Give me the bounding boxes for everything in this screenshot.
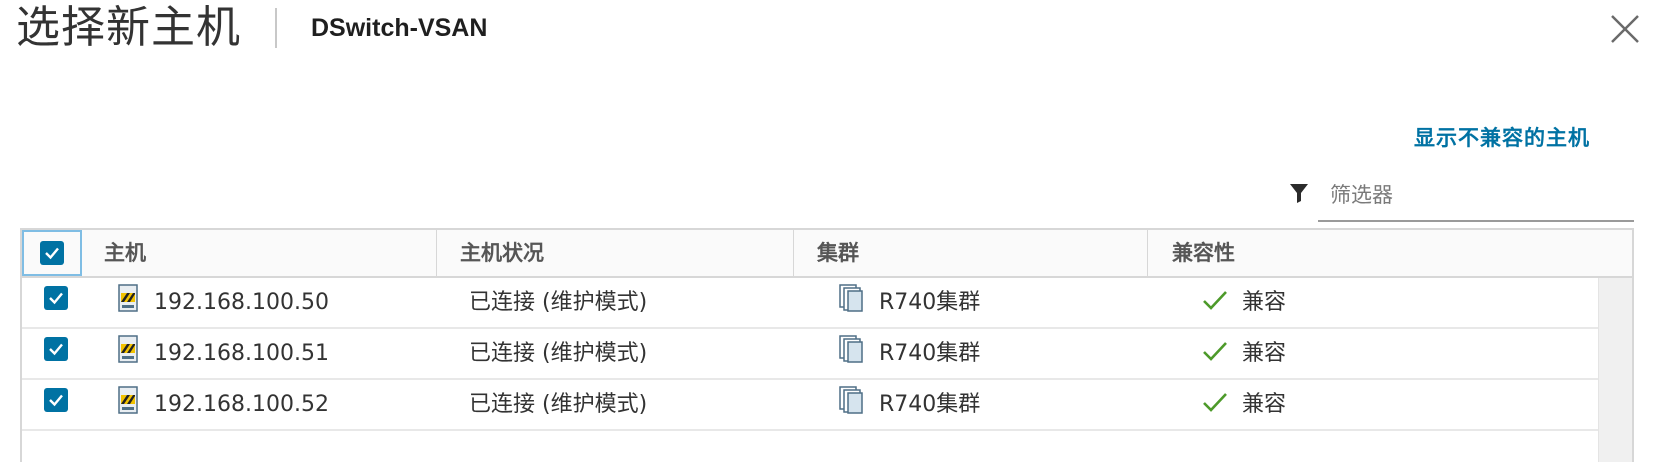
close-button[interactable] — [1608, 12, 1642, 46]
compatibility-status: 兼容 — [1242, 392, 1287, 417]
close-icon — [1611, 15, 1639, 43]
hosts-grid: 主机 主机状况 集群 兼容性 192.168.100.50 已连接 (维护模式) — [20, 228, 1634, 462]
column-divider[interactable] — [1147, 230, 1148, 276]
column-header-host[interactable]: 主机 — [104, 230, 146, 276]
host-maintenance-icon — [118, 386, 138, 414]
cluster-name[interactable]: R740集群 — [879, 380, 980, 429]
host-status: 已连接 (维护模式) — [469, 290, 648, 315]
compatibility-status: 兼容 — [1242, 290, 1287, 315]
column-header-host-status[interactable]: 主机状况 — [460, 230, 544, 276]
grid-header: 主机 主机状况 集群 兼容性 — [22, 230, 1632, 278]
row-checkbox[interactable] — [44, 286, 68, 310]
checkmark-icon — [1203, 291, 1227, 310]
host-status: 已连接 (维护模式) — [469, 392, 648, 417]
grid-body: 192.168.100.50 已连接 (维护模式) R740集群 兼容 192.… — [22, 278, 1632, 462]
column-divider[interactable] — [436, 230, 437, 276]
select-all-checkbox[interactable] — [40, 241, 64, 265]
host-maintenance-icon — [118, 284, 138, 312]
title-divider — [275, 8, 277, 48]
cluster-icon — [839, 284, 863, 312]
filter-input[interactable] — [1318, 170, 1634, 222]
column-divider[interactable] — [793, 230, 794, 276]
checkmark-icon — [1203, 393, 1227, 412]
checkmark-icon — [49, 292, 63, 305]
grid-scrollbar[interactable] — [1598, 278, 1632, 462]
cluster-name[interactable]: R740集群 — [879, 329, 980, 378]
show-incompatible-hosts-link[interactable]: 显示不兼容的主机 — [1414, 122, 1590, 152]
filter-area — [1288, 170, 1634, 222]
table-row[interactable]: 192.168.100.50 已连接 (维护模式) R740集群 兼容 — [22, 278, 1598, 329]
table-row[interactable]: 192.168.100.51 已连接 (维护模式) R740集群 兼容 — [22, 329, 1598, 380]
cluster-icon — [839, 335, 863, 363]
host-name[interactable]: 192.168.100.52 — [154, 380, 329, 429]
compatibility-status: 兼容 — [1242, 341, 1287, 366]
checkmark-icon — [49, 394, 63, 407]
cluster-name[interactable]: R740集群 — [879, 278, 980, 327]
host-maintenance-icon — [118, 335, 138, 363]
checkmark-icon — [1203, 342, 1227, 361]
checkmark-icon — [45, 247, 59, 260]
row-checkbox[interactable] — [44, 337, 68, 361]
host-name[interactable]: 192.168.100.51 — [154, 329, 329, 378]
dialog-header: 选择新主机 DSwitch-VSAN — [16, 0, 487, 56]
table-row[interactable]: 192.168.100.52 已连接 (维护模式) R740集群 兼容 — [22, 380, 1598, 431]
host-status: 已连接 (维护模式) — [469, 341, 648, 366]
host-name[interactable]: 192.168.100.50 — [154, 278, 329, 327]
dialog-subtitle: DSwitch-VSAN — [311, 13, 488, 42]
column-header-cluster[interactable]: 集群 — [817, 230, 859, 276]
filter-icon — [1290, 184, 1308, 203]
select-all-cell — [22, 230, 82, 276]
row-checkbox[interactable] — [44, 388, 68, 412]
column-header-compatibility[interactable]: 兼容性 — [1172, 230, 1235, 276]
checkmark-icon — [49, 343, 63, 356]
dialog-title: 选择新主机 — [16, 2, 241, 53]
cluster-icon — [839, 386, 863, 414]
